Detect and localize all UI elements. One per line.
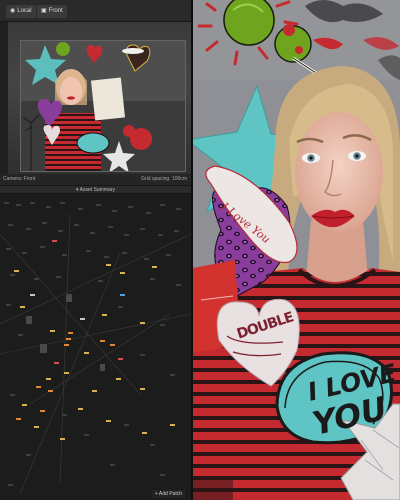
scene-viewport[interactable] [8, 22, 191, 174]
asset-summary-bar[interactable]: ▾ Asset Summary [0, 185, 191, 194]
asset-summary-label: Asset Summary [79, 187, 115, 193]
camera-icon: ▣ [41, 8, 47, 14]
effect-preview: I Love You DOUBLE I LOVE YOU [193, 0, 400, 500]
camera-front-button[interactable]: ▣ Front [37, 5, 67, 18]
local-toggle-button[interactable]: ◉ Local [6, 5, 36, 18]
viewport-status-bar: Camera: Front Grid spacing: 100cm [0, 174, 191, 185]
camera-status: Camera: Front [3, 176, 36, 182]
viewport-toolbar: ◉ Local ▣ Front [0, 0, 191, 22]
editor-pane: ◉ Local ▣ Front Camera: Front Grid spaci… [0, 0, 191, 500]
local-label: Local [17, 8, 32, 14]
grid-spacing-status: Grid spacing: 100cm [141, 176, 187, 182]
front-label: Front [48, 8, 63, 14]
patch-editor-canvas[interactable]: + Add Patch [0, 194, 191, 500]
scene-preview-frame [20, 40, 186, 172]
scene-thumbnail [21, 41, 185, 171]
add-patch-button[interactable]: + Add Patch [151, 490, 185, 498]
globe-icon: ◉ [10, 8, 16, 14]
patch-graph [0, 202, 191, 495]
